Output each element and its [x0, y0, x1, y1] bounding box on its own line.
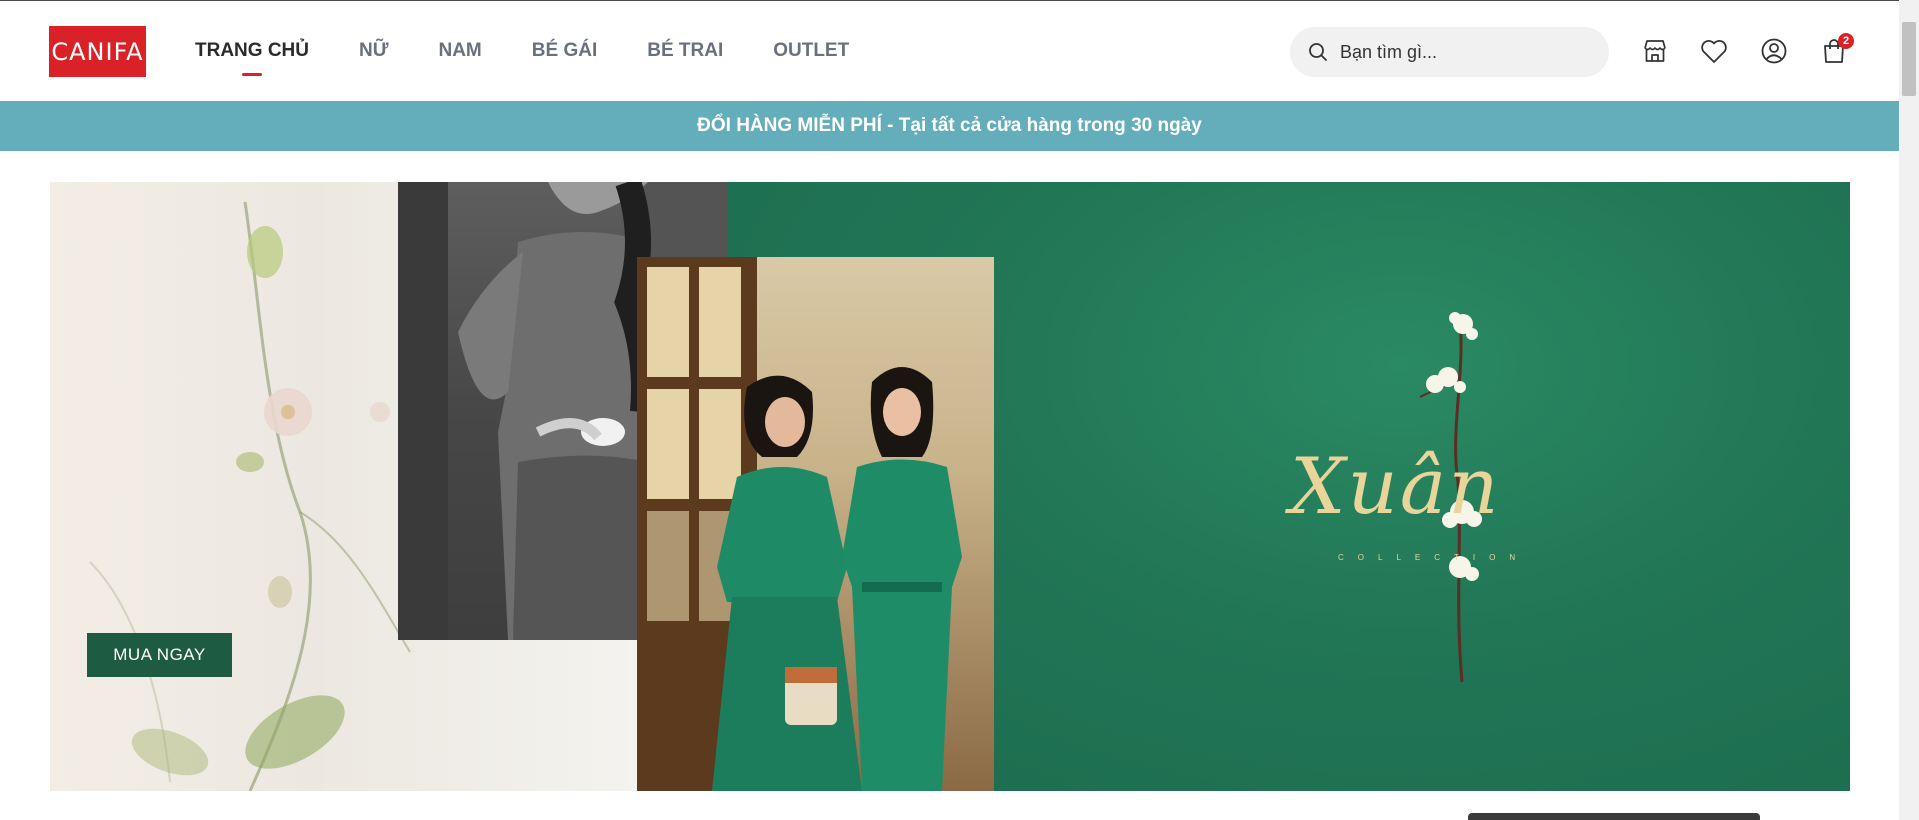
collection-subtitle: COLLECTION [1338, 553, 1530, 562]
search-input[interactable] [1338, 40, 1602, 64]
search-box[interactable] [1290, 27, 1609, 77]
model-photo-color [637, 257, 994, 791]
promo-banner[interactable]: ĐỔI HÀNG MIỄN PHÍ - Tại tất cả cửa hàng … [0, 101, 1899, 151]
cart-icon[interactable]: 2 [1820, 33, 1854, 65]
nav-item-trang-chu[interactable]: TRANG CHỦ [195, 1, 309, 100]
heart-icon[interactable] [1700, 37, 1728, 65]
model-in-green-dress [842, 367, 962, 791]
collection-title: Xuân [1290, 442, 1501, 532]
nav-item-nu[interactable]: NỮ [359, 1, 388, 100]
store-icon[interactable] [1641, 37, 1669, 65]
cart-count-badge: 2 [1838, 33, 1854, 49]
floating-widget-edge[interactable] [1468, 813, 1760, 820]
search-icon [1308, 42, 1328, 62]
hero-banner[interactable]: Xuân COLLECTION MUA NGAY [50, 182, 1850, 791]
promo-text: ĐỔI HÀNG MIỄN PHÍ - Tại tất cả cửa hàng … [697, 115, 1202, 136]
nav-item-be-gai[interactable]: BÉ GÁI [532, 1, 597, 100]
scrollbar-thumb[interactable] [1902, 22, 1916, 96]
buy-now-button[interactable]: MUA NGAY [87, 633, 232, 677]
page-scrollbar[interactable] [1899, 0, 1919, 820]
site-header: CANIFA TRANG CHỦ NỮ NAM BÉ GÁI BÉ TRAI O… [0, 1, 1899, 100]
main-nav: TRANG CHỦ NỮ NAM BÉ GÁI BÉ TRAI OUTLET [195, 1, 899, 100]
nav-item-be-trai[interactable]: BÉ TRAI [647, 1, 723, 100]
nav-item-nam[interactable]: NAM [438, 1, 481, 100]
canifa-logo[interactable]: CANIFA [49, 26, 146, 77]
nav-item-outlet[interactable]: OUTLET [773, 1, 849, 100]
user-icon[interactable] [1760, 37, 1788, 65]
